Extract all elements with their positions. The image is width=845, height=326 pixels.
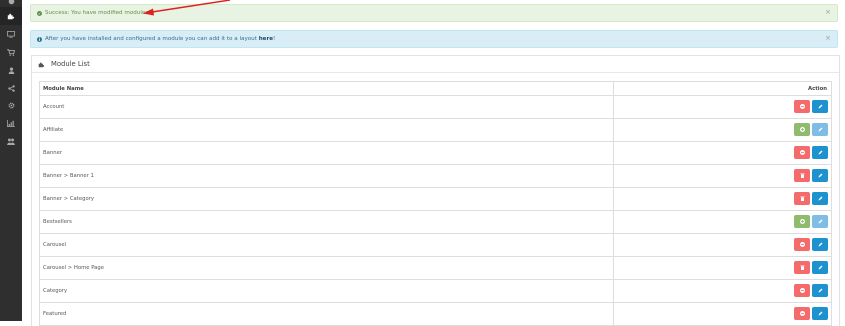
chart-icon: [7, 119, 15, 127]
sidebar-item-customers[interactable]: [0, 61, 22, 79]
uninstall-button[interactable]: [794, 146, 810, 159]
cart-icon: [7, 48, 15, 56]
close-icon[interactable]: ×: [825, 8, 831, 16]
trash-icon: [800, 265, 804, 270]
column-header-module-name: Module Name: [43, 86, 84, 92]
edit-button[interactable]: [812, 100, 828, 113]
check-circle-icon: ✓: [37, 10, 42, 16]
table-row: Featured: [39, 303, 832, 326]
edit-button[interactable]: [812, 284, 828, 297]
uninstall-button[interactable]: [794, 284, 810, 297]
minus-circle-icon: [799, 150, 805, 155]
plus-circle-icon: [799, 219, 805, 224]
install-button[interactable]: [794, 123, 810, 136]
module-name: Affiliate: [43, 127, 64, 133]
info-alert: i After you have installed and configure…: [30, 30, 838, 48]
sidebar-item-marketing[interactable]: [0, 79, 22, 97]
table-row: Category: [39, 280, 832, 303]
panel-title: Module List: [51, 60, 90, 68]
module-name: Category: [43, 288, 68, 294]
plus-circle-icon: [799, 127, 805, 132]
sidebar-item-users[interactable]: [0, 132, 22, 150]
gear-icon: [8, 102, 14, 108]
table-row: Banner: [39, 142, 832, 165]
table-row: Affiliate: [39, 119, 832, 142]
puzzle-icon: [7, 13, 15, 20]
module-name: Account: [43, 104, 65, 110]
minus-circle-icon: [799, 242, 805, 247]
module-name: Banner > Banner 1: [43, 173, 94, 179]
edit-button[interactable]: [812, 215, 828, 228]
pencil-icon: [818, 196, 822, 201]
pencil-icon: [818, 219, 822, 224]
desktop-icon: [7, 30, 15, 38]
delete-button[interactable]: [794, 192, 810, 205]
info-alert-suffix: !: [273, 36, 276, 42]
user-icon: [8, 66, 14, 74]
info-alert-text: After you have installed and configured …: [45, 36, 257, 42]
sidebar-item-sales[interactable]: [0, 43, 22, 61]
module-table: Module Name Action Account Affiliate Banne…: [39, 81, 832, 326]
install-button[interactable]: [794, 215, 810, 228]
module-name: Bestsellers: [43, 219, 72, 225]
success-alert: ✓ Success: You have modified modules! ×: [30, 4, 838, 22]
edit-button[interactable]: [812, 123, 828, 136]
uninstall-button[interactable]: [794, 100, 810, 113]
sidebar-item-reports[interactable]: [0, 114, 22, 132]
module-list-panel: Module List Module Name Action Account Af…: [31, 55, 840, 326]
table-header: Module Name Action: [39, 81, 832, 97]
pencil-icon: [818, 173, 822, 178]
minus-circle-icon: [799, 104, 805, 109]
puzzle-icon: [38, 61, 45, 67]
trash-icon: [800, 196, 804, 201]
close-icon[interactable]: ×: [825, 34, 831, 42]
delete-button[interactable]: [794, 261, 810, 274]
table-row: Carousel > Home Page: [39, 257, 832, 280]
minus-circle-icon: [799, 311, 805, 316]
pencil-icon: [818, 265, 822, 270]
module-name: Banner: [43, 150, 63, 156]
edit-button[interactable]: [812, 261, 828, 274]
pencil-icon: [818, 288, 822, 293]
layout-link[interactable]: here: [259, 36, 273, 42]
module-name: Carousel > Home Page: [43, 265, 105, 271]
sidebar-item-system[interactable]: [0, 96, 22, 114]
table-row: Banner > Category: [39, 188, 832, 211]
panel-heading: Module List: [32, 56, 839, 73]
module-name: Banner > Category: [43, 196, 95, 202]
info-circle-icon: i: [37, 36, 42, 42]
sidebar-item-design[interactable]: [0, 25, 22, 43]
table-row: Banner > Banner 1: [39, 165, 832, 188]
minus-circle-icon: [799, 288, 805, 293]
pencil-icon: [818, 150, 822, 155]
edit-button[interactable]: [812, 238, 828, 251]
module-name: Featured: [43, 311, 67, 317]
pencil-icon: [818, 104, 822, 109]
module-name: Carousel: [43, 242, 67, 248]
edit-button[interactable]: [812, 146, 828, 159]
trash-icon: [800, 173, 804, 178]
delete-button[interactable]: [794, 169, 810, 182]
edit-button[interactable]: [812, 307, 828, 320]
column-header-action: Action: [808, 86, 827, 92]
pencil-icon: [818, 127, 822, 132]
pencil-icon: [818, 311, 822, 316]
sidebar-item-extensions[interactable]: [0, 7, 22, 25]
pencil-icon: [818, 242, 822, 247]
table-row: Account: [39, 96, 832, 119]
table-row: Carousel: [39, 234, 832, 257]
success-alert-text: Success: You have modified modules!: [45, 10, 151, 16]
table-body: Account Affiliate Banner Banner > Banner 1 B…: [39, 96, 832, 326]
sidebar: [0, 0, 22, 321]
table-row: Bestsellers: [39, 211, 832, 234]
edit-button[interactable]: [812, 192, 828, 205]
share-icon: [7, 84, 15, 92]
uninstall-button[interactable]: [794, 238, 810, 251]
edit-button[interactable]: [812, 169, 828, 182]
dashboard-icon: [8, 0, 14, 4]
uninstall-button[interactable]: [794, 307, 810, 320]
users-icon: [7, 138, 15, 145]
